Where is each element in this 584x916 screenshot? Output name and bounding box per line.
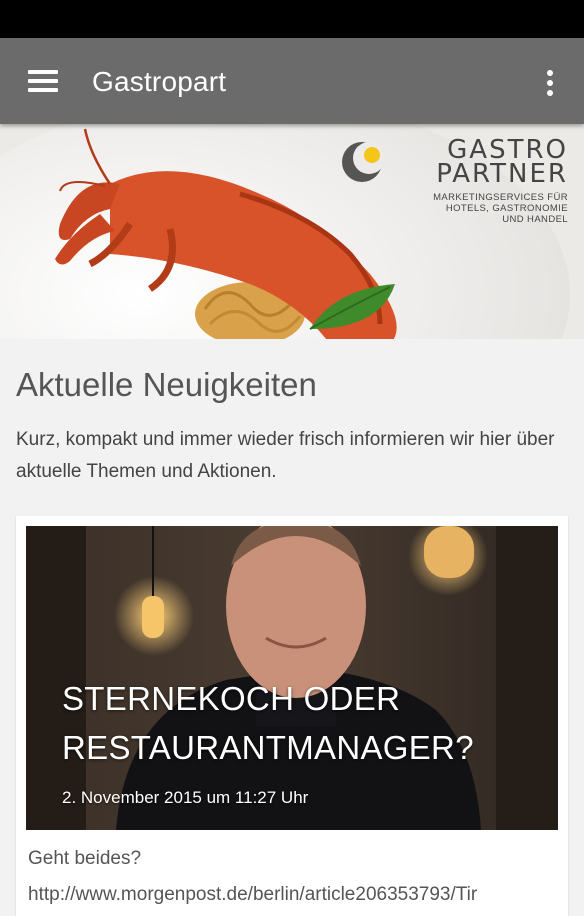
hamburger-menu-icon[interactable]: [18, 60, 66, 104]
logo-line-2: PARTNER: [436, 159, 568, 189]
article-excerpt: Geht beides?: [28, 848, 142, 869]
app-bar: Gastropart: [0, 38, 584, 124]
logo-tagline-1: MARKETINGSERVICES FÜR: [433, 192, 568, 203]
status-bar: [0, 0, 584, 38]
article-date: 2. November 2015 um 11:27 Uhr: [62, 788, 309, 807]
gastro-partner-logo: GASTRO PARTNER MARKETINGSERVICES FÜR HOT…: [400, 137, 568, 225]
news-card[interactable]: STERNEKOCH ODER RESTAURANTMANAGER? 2. No…: [16, 516, 568, 916]
intro-text: Kurz, kompakt und immer wieder frisch in…: [16, 429, 555, 482]
logo-tagline-2: HOTELS, GASTRONOMIE: [445, 203, 568, 214]
article-headline[interactable]: STERNEKOCH ODER RESTAURANTMANAGER?: [62, 674, 542, 772]
article-link[interactable]: http://www.morgenpost.de/berlin/article2…: [28, 884, 558, 906]
logo-tagline-3: UND HANDEL: [502, 214, 568, 225]
article-image[interactable]: STERNEKOCH ODER RESTAURANTMANAGER? 2. No…: [26, 526, 558, 830]
header-banner: GASTRO PARTNER MARKETINGSERVICES FÜR HOT…: [0, 124, 584, 339]
app-title: Gastropart: [92, 66, 227, 97]
more-vert-icon[interactable]: [530, 60, 570, 104]
section-title: Aktuelle Neuigkeiten: [16, 366, 317, 403]
